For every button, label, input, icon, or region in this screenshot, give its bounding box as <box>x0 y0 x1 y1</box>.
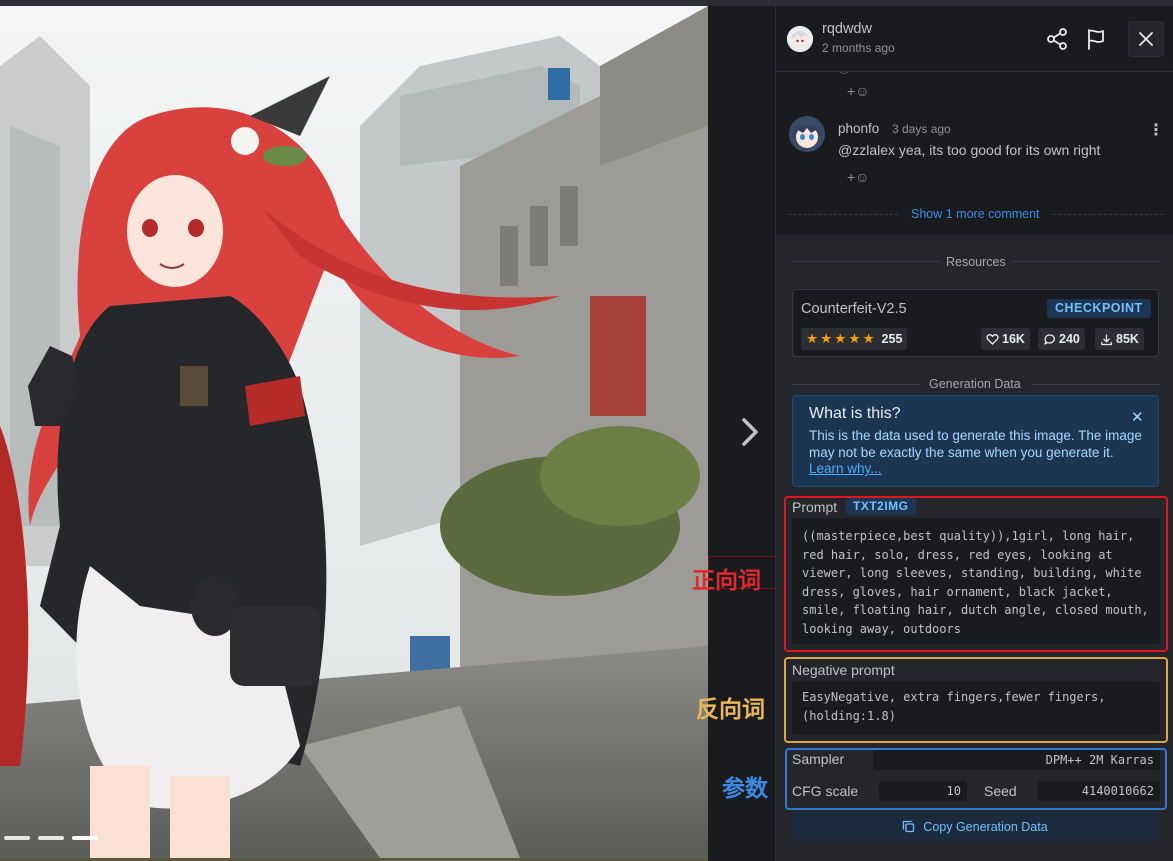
comment-text: @zzlalex yea, its too good for its own r… <box>838 142 1101 158</box>
downloads-count: 85K <box>1116 332 1139 346</box>
sidebar-header: rqdwdw 2 months ago <box>776 6 1173 72</box>
downloads-stat: 85K <box>1095 328 1144 350</box>
resource-type-badge: CHECKPOINT <box>1047 299 1151 318</box>
close-icon[interactable]: ✕ <box>1131 408 1144 426</box>
rating-count: 255 <box>881 332 903 346</box>
star-icon: ★ <box>834 331 847 347</box>
prompt-label: Prompt <box>792 499 838 515</box>
likes-count: 16K <box>1002 332 1025 346</box>
comment-menu-icon[interactable]: ⋮ <box>1148 120 1164 140</box>
annotation-params: 参数 <box>722 776 768 802</box>
download-icon <box>1101 334 1112 345</box>
add-reaction-button[interactable]: +☺ <box>847 83 869 99</box>
add-reaction-button[interactable]: +☺ <box>847 169 869 185</box>
comment-author[interactable]: phonfo <box>838 121 879 136</box>
comment-time: 3 days ago <box>892 122 951 136</box>
sampler-value[interactable]: DPM++ 2M Karras <box>873 750 1160 770</box>
divider <box>1012 261 1160 262</box>
sampler-label: Sampler <box>792 751 845 767</box>
post-time: 2 months ago <box>822 41 895 55</box>
chevron-right-icon <box>742 418 758 446</box>
cfg-scale-label: CFG scale <box>792 783 859 799</box>
copy-generation-data-button[interactable]: Copy Generation Data <box>792 812 1158 841</box>
star-icon: ★ <box>806 331 819 347</box>
divider <box>792 261 940 262</box>
generated-image <box>0 6 708 858</box>
avatar[interactable] <box>789 116 825 152</box>
star-icon: ★ <box>820 331 833 347</box>
divider <box>1032 384 1160 385</box>
report-button[interactable] <box>1083 26 1109 52</box>
show-more-row: Show 1 more comment <box>788 206 1163 222</box>
copy-icon <box>903 820 915 833</box>
learn-why-link[interactable]: Learn why... <box>809 461 882 476</box>
image-viewer <box>0 6 775 861</box>
comments-stat: 240 <box>1038 328 1085 350</box>
star-icon: ★ <box>848 331 861 347</box>
divider <box>792 384 920 385</box>
next-image-button[interactable] <box>733 410 767 454</box>
image-pagination[interactable] <box>4 836 98 840</box>
page-dot[interactable] <box>38 836 64 840</box>
annotation-negative: 反向词 <box>696 697 765 723</box>
likes-stat: 16K <box>981 328 1030 350</box>
generation-type-badge: TXT2IMG <box>846 498 916 515</box>
details-sidebar: rqdwdw 2 months ago @ ─ ─ ─ ─ ─ ─ ─ ─ <box>776 6 1173 861</box>
star-icon: ★ <box>862 331 875 347</box>
comment-icon <box>1044 333 1055 345</box>
flag-icon <box>1088 29 1104 50</box>
prompt-text[interactable]: ((masterpiece,best quality)),1girl, long… <box>792 518 1160 644</box>
resources-heading: Resources <box>946 255 1006 269</box>
info-title: What is this? <box>809 405 901 422</box>
info-alert: What is this? ✕ This is the data used to… <box>792 395 1159 487</box>
info-body: This is the data used to generate this i… <box>809 428 1142 460</box>
page-dot[interactable] <box>72 836 98 840</box>
close-icon <box>1139 32 1153 46</box>
seed-value[interactable]: 4140010662 <box>1037 781 1160 801</box>
page-dot[interactable] <box>4 836 30 840</box>
info-text: This is the data used to generate this i… <box>809 428 1149 478</box>
cfg-scale-value[interactable]: 10 <box>879 781 967 801</box>
resource-name[interactable]: Counterfeit-V2.5 <box>801 301 907 317</box>
show-more-comments-link[interactable]: Show 1 more comment <box>911 207 1040 221</box>
resource-card[interactable]: Counterfeit-V2.5 CHECKPOINT ★ ★ ★ ★ ★ 25… <box>792 289 1159 357</box>
share-icon <box>1047 28 1067 50</box>
heart-icon <box>986 333 999 345</box>
negative-prompt-label: Negative prompt <box>792 662 895 678</box>
close-button[interactable] <box>1128 21 1164 57</box>
generation-data-heading: Generation Data <box>929 377 1021 391</box>
negative-prompt-text[interactable]: EasyNegative, extra fingers,fewer finger… <box>792 681 1160 735</box>
avatar[interactable] <box>787 26 813 52</box>
divider <box>788 214 898 215</box>
comments-count: 240 <box>1059 332 1080 346</box>
copy-button-label: Copy Generation Data <box>923 819 1048 834</box>
username[interactable]: rqdwdw <box>822 21 872 37</box>
seed-label: Seed <box>984 783 1017 799</box>
annotation-positive: 正向词 <box>692 568 761 594</box>
share-button[interactable] <box>1044 26 1070 52</box>
divider <box>1053 214 1163 215</box>
rating-badge: ★ ★ ★ ★ ★ 255 <box>801 328 908 350</box>
